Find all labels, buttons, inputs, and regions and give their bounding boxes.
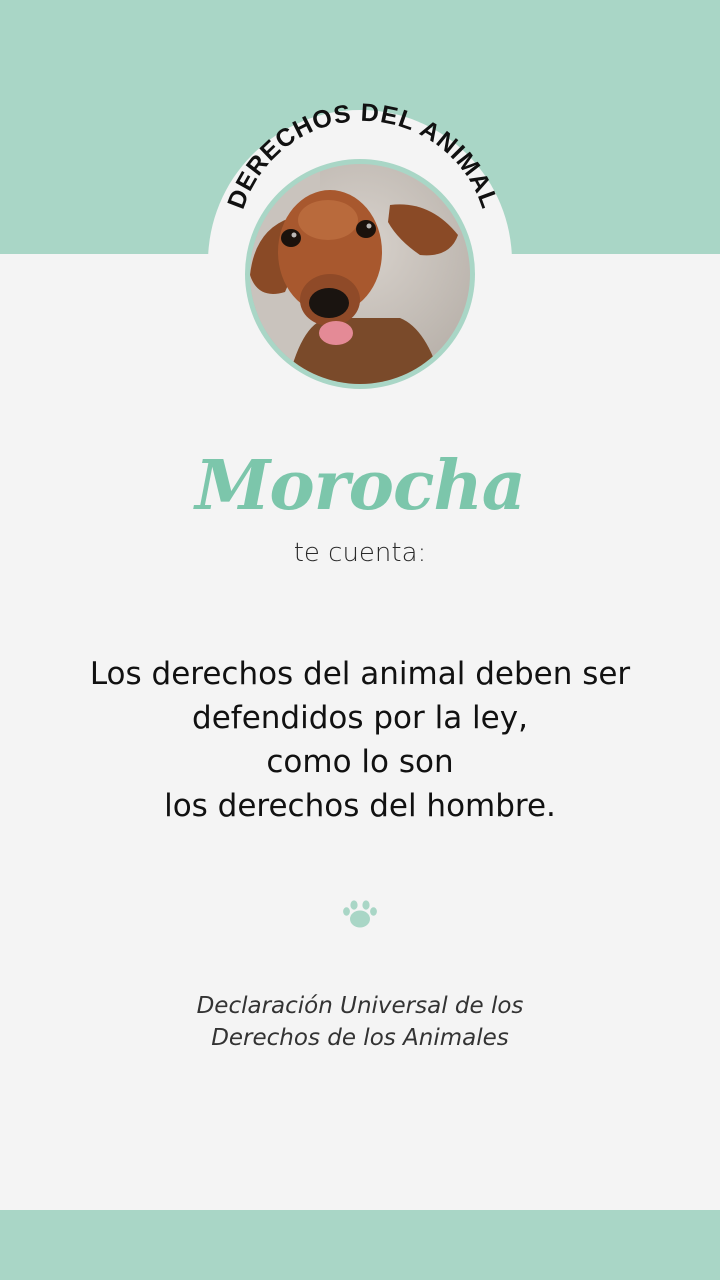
subtitle: te cuenta: [293,538,427,568]
paw-icon [343,900,377,928]
badge: DERECHOS DEL ANIMAL [208,99,512,414]
bottom-band [0,1210,720,1280]
source-citation: Declaración Universal de los Derechos de… [0,990,720,1054]
quote-line: los derechos del hombre. [164,788,556,824]
quote-line: Los derechos del animal deben ser [89,656,631,692]
dog-name: Morocha [195,446,526,526]
quote-line: como lo son [266,744,454,780]
source-line: Declaración Universal de los [196,993,524,1019]
source-line: Derechos de los Animales [211,1025,509,1051]
quote-line: defendidos por la ley, [192,700,528,736]
quote: Los derechos del animal deben ser defend… [40,652,680,828]
